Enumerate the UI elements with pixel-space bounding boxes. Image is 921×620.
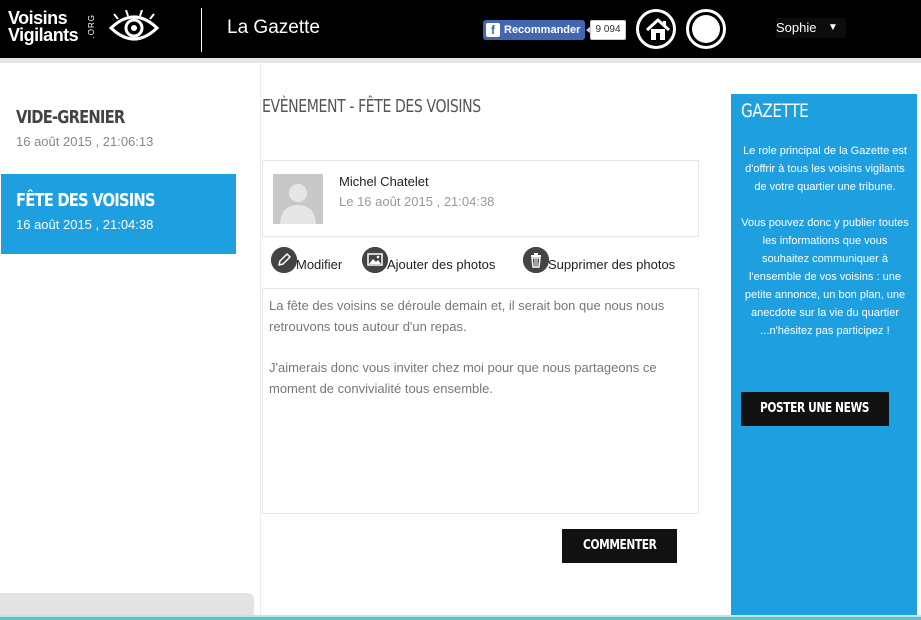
post-date: Le 16 août 2015 , 21:04:38 [339,194,495,209]
home-button[interactable] [636,9,676,49]
header-divider [201,8,202,52]
post-news-button[interactable]: POSTER UNE NEWS [741,392,889,426]
sidebar-item-fete-des-voisins[interactable]: FÊTE DES VOISINS 16 août 2015 , 21:04:38 [1,174,236,254]
comment-button-label: COMMENTER [582,538,657,553]
post-paragraph-1: La fête des voisins se déroule demain et… [269,298,665,334]
avatar [273,174,323,224]
sidebar-item-title: FÊTE DES VOISINS [16,190,156,211]
avatar-placeholder-icon [273,174,323,224]
footer-accent-line [0,615,921,620]
logo-org-text: .ORG [87,14,96,39]
user-menu-dropdown[interactable]: Sophie ▼ [776,18,846,38]
gazette-description: Le role principal de la Gazette est d'of… [741,142,909,340]
article-list-sidebar: VIDE-GRENIER 16 août 2015 , 21:06:13 FÊT… [0,63,261,620]
profile-icon [692,15,720,43]
gazette-paragraph-2: Vous pouvez donc y publier toutes les in… [741,217,909,337]
site-logo[interactable]: Voisins Vigilants .ORG [8,9,104,50]
post-actions: Modifier Ajouter des photos Supprimer de… [271,247,701,277]
author-name: Michel Chatelet [339,174,429,189]
gazette-info-panel: GAZETTE Le role principal de la Gazette … [731,94,917,620]
post-content: La fête des voisins se déroule demain et… [262,288,699,514]
gazette-title: GAZETTE [741,100,809,122]
facebook-icon: f [486,23,500,37]
user-name: Sophie [776,20,817,35]
gazette-paragraph-1: Le role principal de la Gazette est d'of… [743,145,907,193]
eye-logo-icon [108,10,160,41]
home-icon [645,18,671,40]
sidebar-item-date: 16 août 2015 , 21:06:13 [16,134,154,149]
comment-button[interactable]: COMMENTER [562,529,677,563]
sidebar-item-date: 16 août 2015 , 21:04:38 [16,217,154,232]
chevron-down-icon: ▼ [828,22,838,33]
logo-line-2: Vigilants [8,25,79,45]
image-icon [362,247,388,273]
delete-photos-label: Supprimer des photos [548,257,676,272]
trash-icon [523,247,549,273]
facebook-recommend-button[interactable]: f Recommander [483,20,585,40]
edit-button[interactable]: Modifier [271,247,342,273]
sidebar-item-title: VIDE-GRENIER [16,107,125,128]
logo-text: Voisins Vigilants [8,9,79,45]
facebook-recommend-label: Recommander [504,24,581,36]
facebook-count-badge: 9 094 [586,20,626,40]
top-navigation-bar: Voisins Vigilants .ORG La Gazette f Reco… [0,0,921,58]
pencil-icon [271,247,297,273]
add-photos-label: Ajouter des photos [387,257,496,272]
page-title: EVÈNEMENT - FÊTE DES VOISINS [262,96,481,117]
post-paragraph-2: J'aimerais donc vous inviter chez moi po… [269,360,657,396]
profile-button[interactable] [686,9,726,49]
delete-photos-button[interactable]: Supprimer des photos [523,247,675,273]
author-card: Michel Chatelet Le 16 août 2015 , 21:04:… [262,160,699,237]
post-news-label: POSTER UNE NEWS [760,401,870,416]
add-photos-button[interactable]: Ajouter des photos [362,247,495,273]
edit-label: Modifier [296,257,343,272]
app-title: La Gazette [227,17,320,38]
